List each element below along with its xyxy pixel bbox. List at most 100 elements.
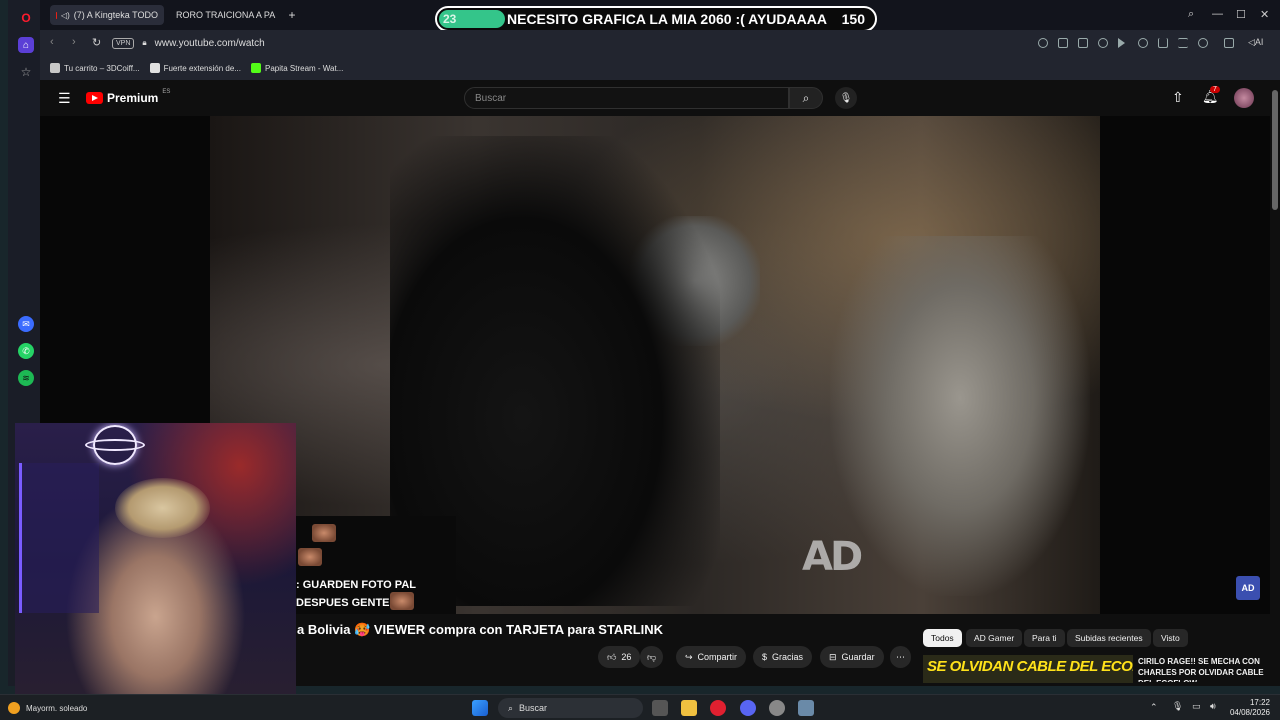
voice-search-button[interactable]: 🎙︎ xyxy=(835,87,857,109)
url-field[interactable]: VPN 🔒︎ www.youtube.com/watch xyxy=(112,33,1032,53)
obs-icon[interactable] xyxy=(769,700,785,716)
maximize-icon[interactable]: ☐ xyxy=(1236,8,1246,21)
shield-icon[interactable] xyxy=(1098,38,1108,48)
channel-watermark: AD xyxy=(802,534,863,580)
chip-visto[interactable]: Visto xyxy=(1153,629,1188,647)
volume-icon[interactable]: 🔊︎ xyxy=(1210,701,1216,712)
recommended-video-title[interactable]: CIRILO RAGE!! SE MECHA CON CHARLES POR O… xyxy=(1138,656,1266,682)
bookmark-item[interactable]: Tu carrito – 3DCoiff... xyxy=(50,63,140,73)
bookmark-item[interactable]: Fuerte extensión de... xyxy=(149,63,241,73)
weather-widget[interactable]: Mayorm. soleado xyxy=(8,702,87,714)
settings-icon[interactable] xyxy=(798,700,814,716)
camera-icon[interactable] xyxy=(1078,38,1088,48)
notifications-button[interactable]: 🔔︎ 7 xyxy=(1202,86,1220,105)
streamer-hair xyxy=(115,478,210,538)
tab-active[interactable]: ◁) (7) A Kingteka TODO xyxy=(50,5,164,25)
opera-taskbar-icon[interactable] xyxy=(710,700,726,716)
upload-icon[interactable]: ⇧ xyxy=(1172,89,1184,106)
taskbar-search-label: Buscar xyxy=(519,703,548,713)
recommended-video-thumbnail[interactable]: SE OLVIDAN CABLE DEL ECOFLOW xyxy=(923,655,1133,683)
vpn-badge[interactable]: VPN xyxy=(112,37,135,49)
file-explorer-icon[interactable] xyxy=(681,700,697,716)
share-button[interactable]: ↪ Compartir xyxy=(676,646,747,668)
chat-emote xyxy=(390,592,414,610)
chip-para-ti[interactable]: Para ti xyxy=(1024,629,1065,647)
person-figure xyxy=(830,236,1090,596)
chip-todos[interactable]: Todos xyxy=(923,629,962,647)
windows-start-icon[interactable] xyxy=(472,700,488,716)
task-view-icon[interactable] xyxy=(652,700,668,716)
search-button[interactable]: ⌕ xyxy=(789,87,823,109)
bookmark-favicon-icon xyxy=(50,63,60,73)
notification-count-badge: 7 xyxy=(1210,86,1220,93)
chat-message: DESPUES GENTE xyxy=(296,597,390,609)
forward-icon[interactable]: › xyxy=(72,36,76,48)
search-tabs-icon[interactable]: ⌕ xyxy=(1188,8,1194,21)
chip-subidas-recientes[interactable]: Subidas recientes xyxy=(1067,629,1151,647)
back-icon[interactable]: ‹ xyxy=(50,36,54,48)
chat-emote xyxy=(298,548,322,566)
tab-inactive[interactable]: RORO TRAICIONA A PABL xyxy=(166,5,276,25)
share-label: Compartir xyxy=(697,652,738,662)
clock-date: 04/08/2026 xyxy=(1229,708,1270,717)
play-icon[interactable] xyxy=(1118,38,1125,48)
clock-time: 17:22 xyxy=(1249,698,1270,707)
youtube-search-input[interactable]: Buscar xyxy=(464,87,789,109)
avatar[interactable] xyxy=(1234,88,1254,108)
edit-icon[interactable] xyxy=(1058,38,1068,48)
bookmark-label: Papita Stream - Wat... xyxy=(264,63,344,73)
search-icon[interactable] xyxy=(1038,38,1048,48)
tab-label: (7) A Kingteka TODO xyxy=(73,10,158,20)
heart-icon[interactable] xyxy=(1138,38,1148,48)
menu-icon[interactable] xyxy=(1178,38,1188,48)
new-tab-button[interactable]: + xyxy=(282,5,302,25)
share-icon: ↪ xyxy=(685,651,693,662)
system-clock[interactable]: 17:22 04/08/2026 xyxy=(1230,698,1270,718)
lock-icon: 🔒︎ xyxy=(142,38,147,47)
profile-icon[interactable] xyxy=(1198,38,1208,48)
save-button[interactable]: ⊟ Guardar xyxy=(820,646,884,668)
download-icon[interactable] xyxy=(1158,38,1168,48)
sun-icon xyxy=(8,702,20,714)
thanks-label: Gracias xyxy=(772,652,804,662)
thumbnail-text: SE OLVIDAN CABLE DEL ECOFLOW xyxy=(927,658,1133,675)
home-icon[interactable]: ⌂ xyxy=(18,37,34,53)
chat-message: : GUARDEN FOTO PAL xyxy=(296,579,416,591)
channel-branding-badge[interactable]: AD xyxy=(1236,576,1260,600)
speaker-icon: ◁) xyxy=(60,10,70,20)
region-label: ES xyxy=(162,89,171,95)
hamburger-menu-icon[interactable]: ☰ xyxy=(58,90,71,107)
microphone-tray-icon[interactable]: 🎙︎ xyxy=(1172,701,1183,712)
stream-goal-bar: 23 NECESITO GRAFICA LA MIA 2060 :( AYUDA… xyxy=(435,6,877,32)
youtube-premium-logo[interactable]: Premium ES xyxy=(86,89,171,105)
more-actions-button[interactable]: ⋯ xyxy=(890,646,911,668)
thanks-button[interactable]: $ Gracias xyxy=(753,646,813,668)
thumbs-down-icon: 👎︎ xyxy=(647,651,657,662)
messenger-icon[interactable]: ✉ xyxy=(18,316,34,332)
youtube-logo-icon xyxy=(86,92,103,104)
ai-button[interactable]: ◁AI xyxy=(1248,37,1263,48)
url-text[interactable]: www.youtube.com/watch xyxy=(155,38,265,49)
like-button[interactable]: 👍︎ 26 xyxy=(598,646,641,668)
star-icon[interactable]: ☆ xyxy=(18,64,34,80)
tray-chevron-icon[interactable]: ⌃ xyxy=(1150,702,1158,713)
close-icon[interactable]: ✕ xyxy=(1260,8,1269,21)
extensions-icon[interactable] xyxy=(1224,38,1234,48)
thanks-icon: $ xyxy=(762,652,768,662)
opera-logo-icon[interactable]: O xyxy=(18,10,34,26)
brand-label: Premium xyxy=(107,91,159,105)
bookmark-item[interactable]: Papita Stream - Wat... xyxy=(250,63,344,73)
reload-icon[interactable]: ↻ xyxy=(92,36,101,49)
chat-emote xyxy=(312,524,336,542)
spotify-icon[interactable]: ≋ xyxy=(18,370,34,386)
minimize-icon[interactable]: — xyxy=(1212,8,1223,20)
search-icon: ⌕ xyxy=(508,702,514,713)
discord-icon[interactable] xyxy=(740,700,756,716)
page-scrollbar[interactable] xyxy=(1270,80,1280,686)
whatsapp-icon[interactable]: ✆ xyxy=(18,343,34,359)
taskbar-search[interactable]: ⌕ Buscar xyxy=(498,698,643,718)
scrollbar-thumb[interactable] xyxy=(1272,90,1278,210)
dislike-button[interactable]: 👎︎ xyxy=(640,646,664,668)
chip-ad-gamer[interactable]: AD Gamer xyxy=(966,629,1023,647)
network-icon[interactable]: ▭ xyxy=(1192,701,1201,712)
